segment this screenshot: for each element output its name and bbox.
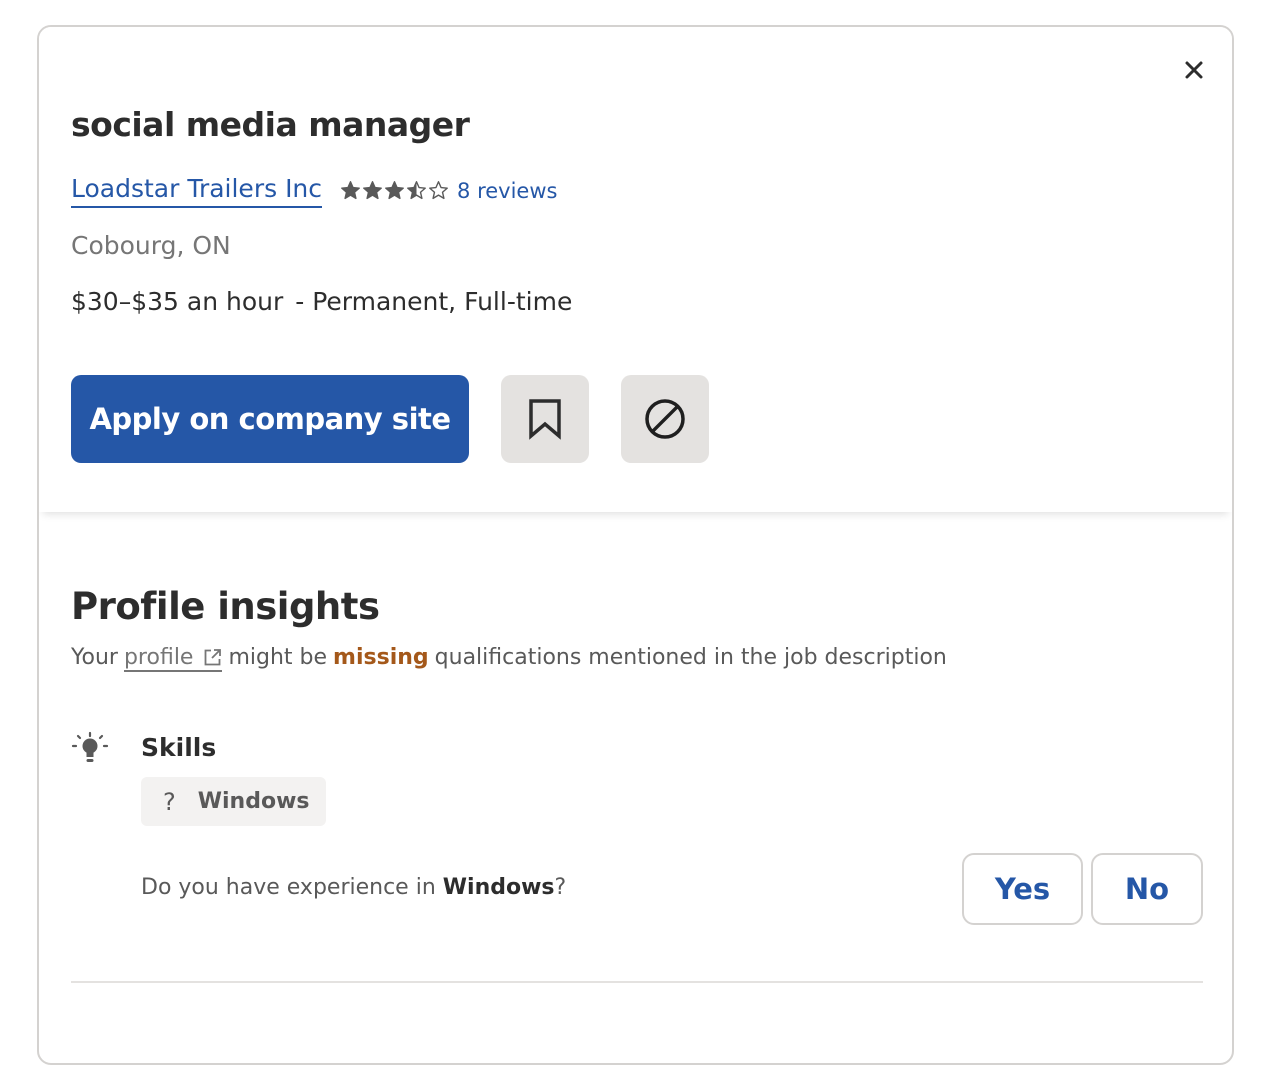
company-row: Loadstar Trailers Inc 8 reviews [71, 173, 557, 208]
yes-button[interactable]: Yes [962, 853, 1083, 925]
close-icon [1185, 61, 1203, 79]
star-full-icon [385, 181, 404, 200]
save-job-button[interactable] [501, 375, 589, 463]
experience-question: Do you have experience in Windows? [141, 875, 566, 900]
star-full-icon [363, 181, 382, 200]
ban-icon [645, 399, 685, 439]
divider [71, 981, 1203, 983]
star-half-icon [407, 181, 426, 200]
job-location: Cobourg, ON [71, 231, 231, 260]
skill-chip-windows: ? Windows [141, 777, 326, 826]
job-title: social media manager [71, 105, 470, 144]
salary-row: $30–$35 an hour - Permanent, Full-time [71, 287, 572, 316]
not-interested-button[interactable] [621, 375, 709, 463]
apply-button[interactable]: Apply on company site [71, 375, 469, 463]
question-suffix: ? [554, 875, 567, 900]
lightbulb-icon [71, 731, 109, 762]
salary: $30–$35 an hour [71, 287, 284, 316]
insight-prefix: Your [71, 645, 118, 670]
skill-chip-label: Windows [197, 789, 310, 814]
profile-link[interactable]: profile [123, 645, 223, 672]
star-empty-icon [429, 181, 448, 200]
star-full-icon [341, 181, 360, 200]
rating-stars [340, 180, 449, 201]
job-type: - Permanent, Full-time [295, 287, 573, 316]
profile-insights-title: Profile insights [71, 585, 380, 628]
external-link-icon [205, 649, 222, 666]
bookmark-icon [529, 399, 561, 440]
skills-label: Skills [141, 733, 217, 762]
question-prefix: Do you have experience in [141, 875, 436, 900]
company-link[interactable]: Loadstar Trailers Inc [71, 173, 323, 208]
profile-link-label: profile [123, 645, 194, 670]
question-skill: Windows [442, 875, 555, 900]
job-detail-card: social media manager Loadstar Trailers I… [37, 25, 1234, 1065]
insight-description: Your profile might be missing qualificat… [71, 645, 947, 672]
insight-suffix: qualifications mentioned in the job desc… [434, 645, 947, 670]
question-mark-icon: ? [163, 787, 176, 816]
close-button[interactable] [1179, 55, 1209, 85]
insight-mid: might be [228, 645, 328, 670]
job-header: social media manager Loadstar Trailers I… [39, 27, 1232, 512]
no-button[interactable]: No [1091, 853, 1203, 925]
reviews-link[interactable]: 8 reviews [457, 179, 557, 203]
missing-highlight: missing [333, 645, 429, 670]
